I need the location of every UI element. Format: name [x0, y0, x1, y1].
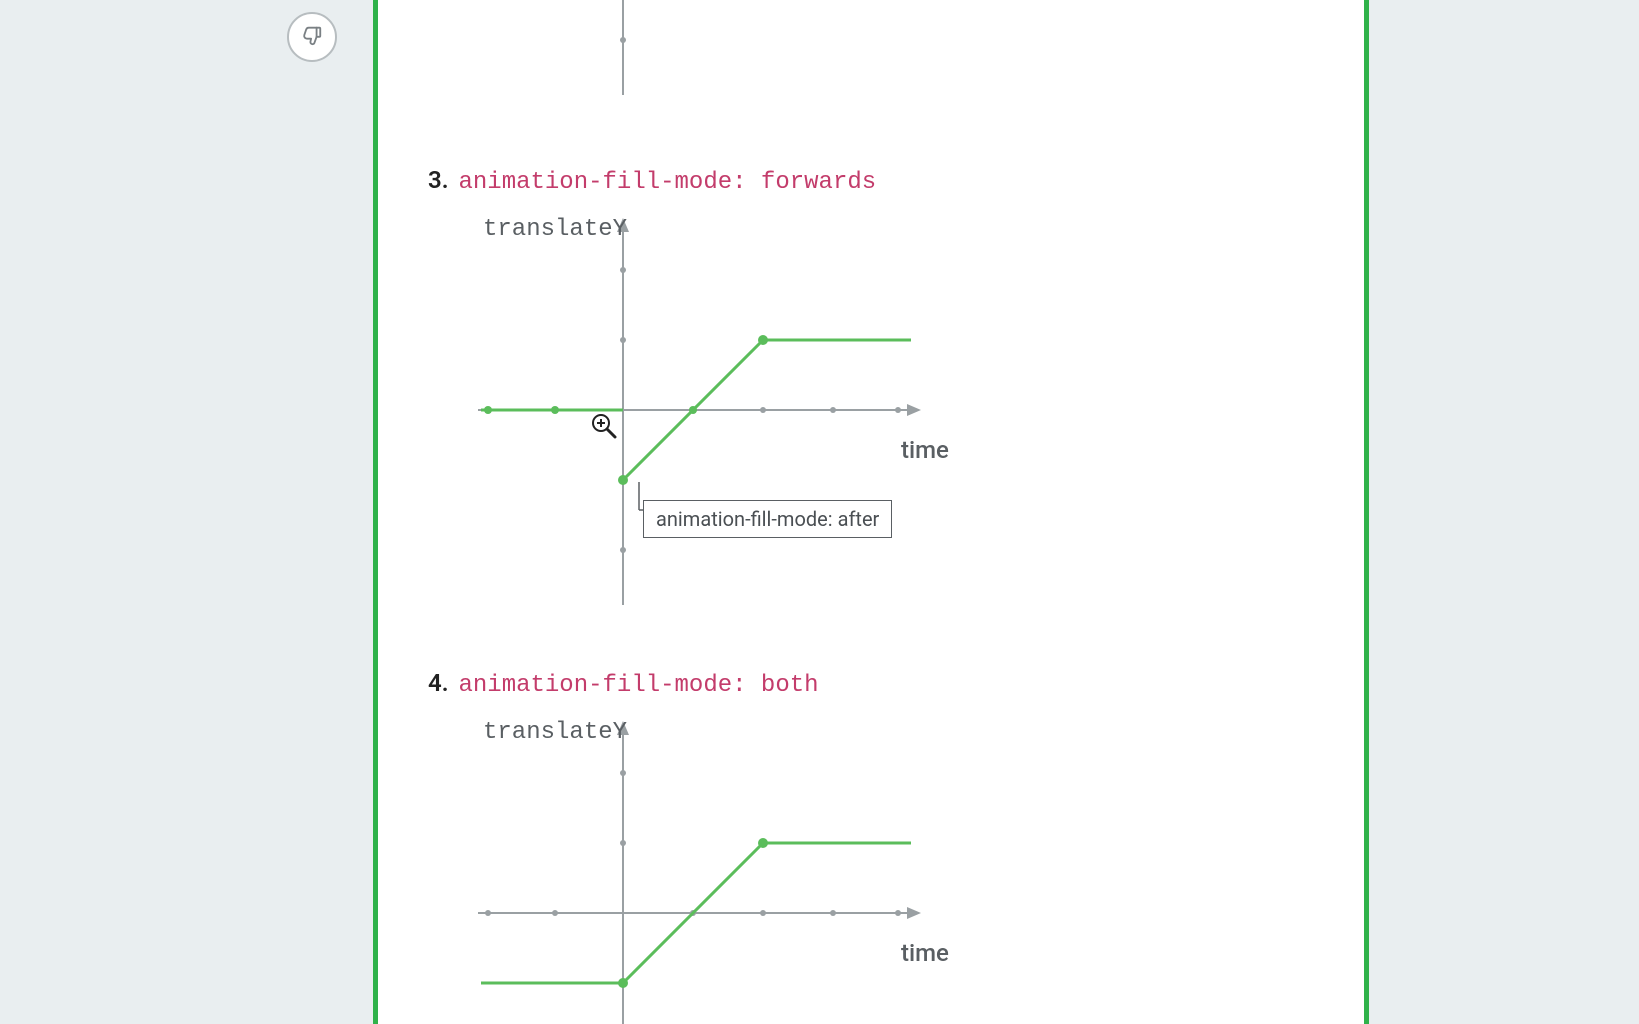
thumbs-down-icon	[301, 24, 323, 50]
chart4-y-label: translateY	[483, 719, 627, 746]
section-4-heading: 4. animation-fill-mode: both	[428, 669, 819, 699]
section-4-code: animation-fill-mode: both	[458, 672, 818, 699]
section-3-number: 3.	[428, 166, 449, 194]
chart-section-3[interactable]: translateY time animation-fill-mode: aft…	[473, 210, 933, 615]
chart4-x-label: time	[901, 939, 949, 967]
feedback-button[interactable]	[287, 12, 337, 62]
chart3-x-label: time	[901, 436, 949, 464]
section-4-number: 4.	[428, 669, 449, 697]
chart-section-4[interactable]: translateY time	[473, 713, 933, 1024]
section-3-heading: 3. animation-fill-mode: forwards	[428, 166, 876, 196]
section-3-code: animation-fill-mode: forwards	[458, 169, 876, 196]
content-panel: 3. animation-fill-mode: forwards	[373, 0, 1369, 1024]
chart3-annotation: animation-fill-mode: after	[643, 500, 892, 538]
chart-section-2-fragment[interactable]	[473, 0, 933, 105]
chart3-y-label: translateY	[483, 216, 627, 243]
